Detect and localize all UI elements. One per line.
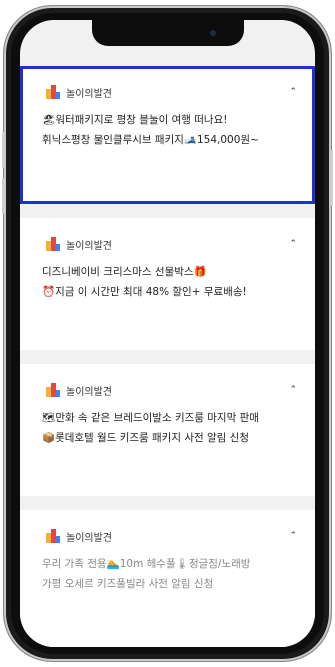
phone-screen: 놀이의발견 ⌃ 🏖워터패키지로 평창 블눌이 여행 떠나요! 휘닉스평창 물인클…: [20, 20, 315, 647]
notification-card-2[interactable]: 놀이의발견 ⌃ 디즈니베이비 크리스마스 선물박스🎁 ⏰지금 이 시간만 최대 …: [20, 218, 315, 350]
notification-header: 놀이의발견 ⌃: [46, 380, 297, 400]
message-line-1: 🏖워터패키지로 평창 블눌이 여행 떠나요!: [42, 114, 228, 126]
app-name: 놀이의발견: [66, 386, 112, 398]
app-logo-icon: [46, 529, 60, 543]
notification-message: 디즈니베이비 크리스마스 선물박스🎁 ⏰지금 이 시간만 최대 48% 할인+ …: [42, 262, 301, 302]
app-name: 놀이의발견: [66, 532, 112, 544]
power-button-hw: [330, 150, 333, 206]
app-logo-icon: [46, 383, 60, 397]
divider: [20, 350, 315, 364]
app-logo-icon: [46, 85, 60, 99]
notification-message: 🏖워터패키지로 평창 블눌이 여행 떠나요! 휘닉스평창 물인클루시브 패키지🎿…: [42, 110, 301, 150]
message-line-1: 🗺만화 속 같은 브레드이발소 키즈룸 마지막 판매: [42, 412, 259, 424]
volume-down-button-hw: [2, 178, 5, 214]
message-line-1: 디즈니베이비 크리스마스 선물박스🎁: [42, 266, 207, 278]
app-logo-icon: [46, 237, 60, 251]
app-name: 놀이의발견: [66, 88, 112, 100]
message-line-2: 가평 오세르 키즈풀빌라 사전 알림 신청: [42, 578, 214, 590]
notification-header: 놀이의발견 ⌃: [46, 234, 297, 254]
phone-notch: [92, 20, 244, 46]
message-line-1: 우리 가족 전용🏊10m 헤수풀🌡정글짐/노래방: [42, 558, 251, 570]
collapse-chevron-icon[interactable]: ⌃: [289, 531, 297, 541]
notification-header: 놀이의발견 ⌃: [46, 82, 297, 102]
notification-message: 우리 가족 전용🏊10m 헤수풀🌡정글짐/노래방 가평 오세르 키즈풀빌라 사전…: [42, 554, 301, 594]
message-line-2: ⏰지금 이 시간만 최대 48% 할인+ 무료배송!: [42, 286, 247, 298]
notification-card-3[interactable]: 놀이의발견 ⌃ 🗺만화 속 같은 브레드이발소 키즈룸 마지막 판매 📦롯데호텔…: [20, 364, 315, 496]
collapse-chevron-icon[interactable]: ⌃: [289, 385, 297, 395]
message-line-2: 📦롯데호텔 월드 키즈룸 패키지 사전 알림 신청: [42, 432, 249, 444]
collapse-chevron-icon[interactable]: ⌃: [289, 87, 297, 97]
notification-message: 🗺만화 속 같은 브레드이발소 키즈룸 마지막 판매 📦롯데호텔 월드 키즈룸 …: [42, 408, 301, 448]
divider: [20, 204, 315, 218]
message-line-2: 휘닉스평창 물인클루시브 패키지🎿154,000원~: [42, 134, 259, 146]
notification-header: 놀이의발견 ⌃: [46, 526, 297, 546]
app-name: 놀이의발견: [66, 240, 112, 252]
front-camera-icon: [210, 30, 216, 36]
notification-card-1[interactable]: 놀이의발견 ⌃ 🏖워터패키지로 평창 블눌이 여행 떠나요! 휘닉스평창 물인클…: [20, 66, 315, 204]
divider: [20, 496, 315, 510]
collapse-chevron-icon[interactable]: ⌃: [289, 239, 297, 249]
volume-up-button-hw: [2, 132, 5, 168]
notification-card-4[interactable]: 놀이의발견 ⌃ 우리 가족 전용🏊10m 헤수풀🌡정글짐/노래방 가평 오세르 …: [20, 510, 315, 647]
